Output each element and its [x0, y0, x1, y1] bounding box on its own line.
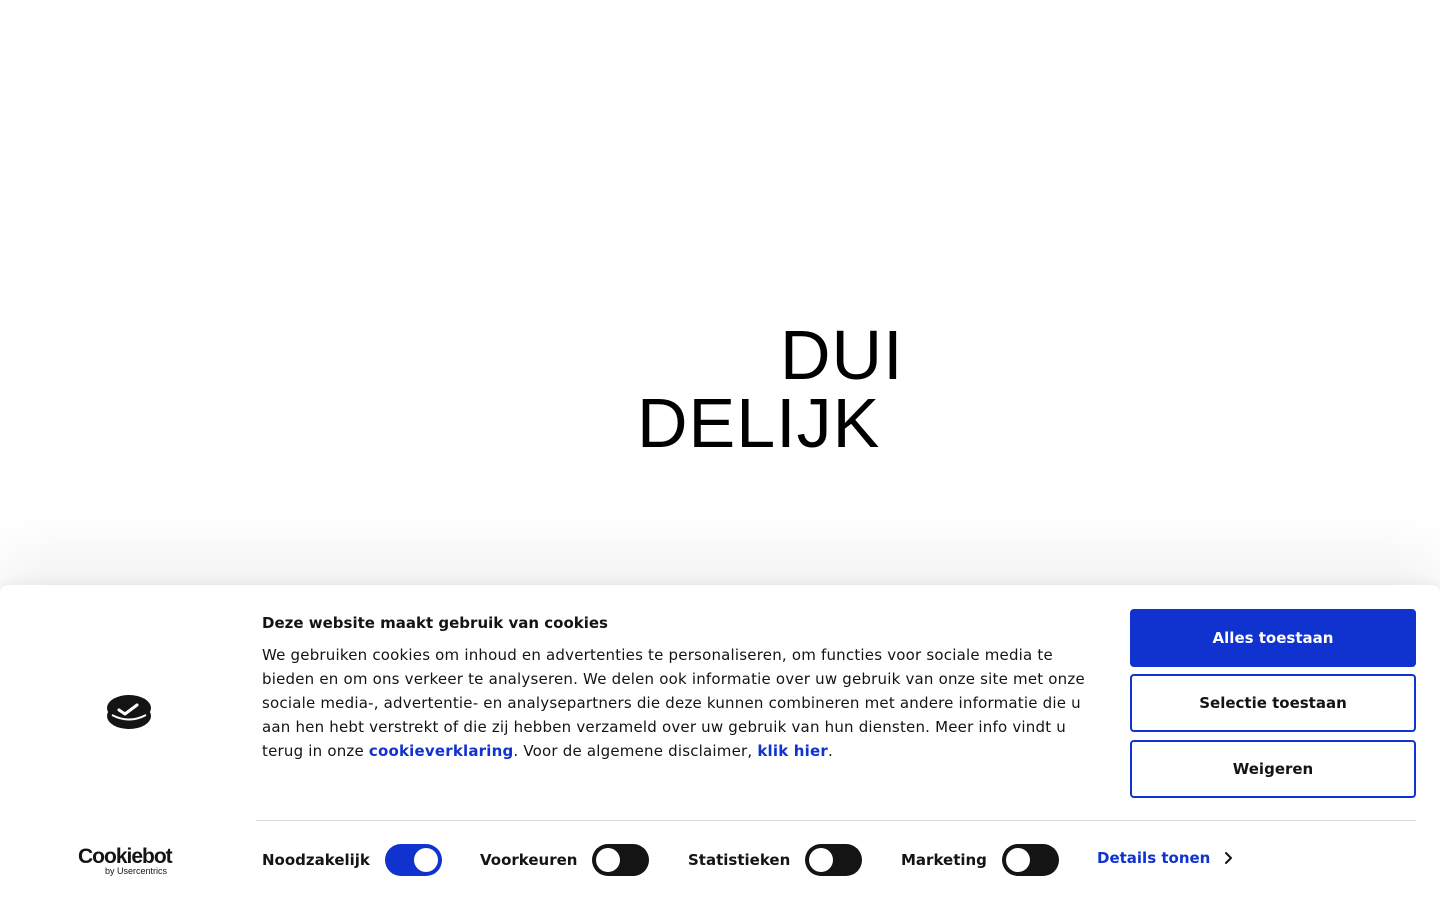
statistics-switch[interactable]: [805, 844, 863, 876]
preferences-switch[interactable]: [592, 844, 650, 876]
logo-text-line-1: DUI: [780, 316, 904, 394]
site-logo: DUI DELIJK: [0, 0, 1440, 585]
cookiebot-byline: by Usercentrics: [105, 866, 168, 876]
disclaimer-link[interactable]: klik hier: [757, 742, 828, 760]
cookie-consent-banner: Cookiebot by Usercentrics Deze website m…: [0, 585, 1440, 900]
toggle-label-necessary: Noodzakelijk: [262, 851, 370, 869]
banner-title: Deze website maakt gebruik van cookies: [262, 614, 608, 632]
logo-text-line-2: DELIJK: [637, 384, 881, 462]
show-details-label: Details tonen: [1097, 849, 1211, 867]
switch-knob: [596, 848, 621, 872]
allow-all-button[interactable]: Alles toestaan: [1130, 609, 1416, 667]
toggle-label-marketing: Marketing: [901, 851, 987, 869]
banner-divider: [256, 820, 1416, 821]
show-details-link[interactable]: Details tonen: [1097, 849, 1234, 867]
allow-selection-button[interactable]: Selectie toestaan: [1130, 674, 1416, 732]
necessary-switch[interactable]: [384, 844, 442, 876]
toggle-marketing: Marketing: [901, 843, 1059, 877]
deny-button[interactable]: Weigeren: [1130, 740, 1416, 798]
toggle-necessary: Noodzakelijk: [262, 843, 442, 877]
marketing-switch[interactable]: [1001, 844, 1059, 876]
banner-content: Deze website maakt gebruik van cookies W…: [262, 613, 1092, 763]
switch-knob: [413, 848, 438, 872]
description-text-3: .: [828, 742, 833, 760]
switch-knob: [809, 848, 834, 872]
toggle-label-preferences: Voorkeuren: [480, 851, 578, 869]
toggle-label-statistics: Statistieken: [688, 851, 791, 869]
switch-knob: [1005, 848, 1030, 872]
toggle-statistics: Statistieken: [688, 843, 863, 877]
description-text-2: . Voor de algemene disclaimer,: [513, 742, 758, 760]
toggle-preferences: Voorkeuren: [480, 843, 650, 877]
cookie-icon: [107, 695, 151, 729]
banner-brand-area: Cookiebot by Usercentrics: [0, 585, 256, 900]
cookiebot-logo[interactable]: Cookiebot by Usercentrics: [78, 845, 182, 877]
cookie-declaration-link[interactable]: cookieverklaring: [369, 742, 514, 760]
banner-description: We gebruiken cookies om inhoud en advert…: [262, 643, 1092, 763]
chevron-right-icon: [1225, 852, 1233, 864]
